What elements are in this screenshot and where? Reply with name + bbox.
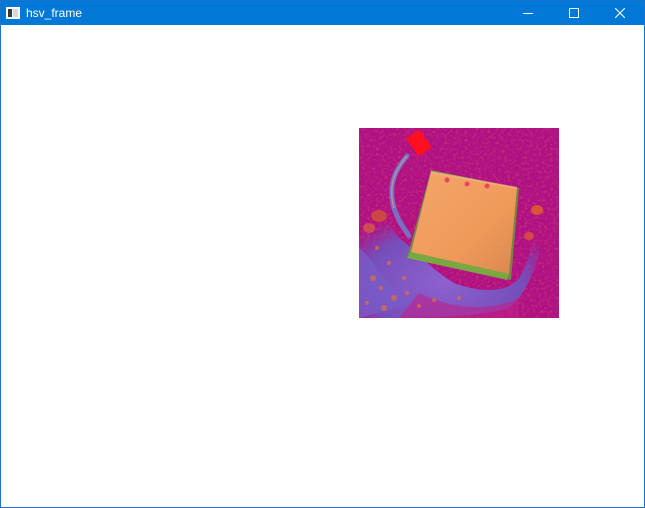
window-title: hsv_frame <box>26 6 83 20</box>
minimize-button[interactable] <box>505 1 551 25</box>
minimize-icon <box>523 13 533 14</box>
app-window: hsv_frame <box>0 0 645 508</box>
opencv-window-icon[interactable] <box>6 6 20 19</box>
hsv-frame-image <box>359 128 559 318</box>
title-bar[interactable]: hsv_frame <box>1 1 644 25</box>
close-button[interactable] <box>597 1 643 25</box>
window-client-area <box>1 25 644 507</box>
close-icon <box>615 8 625 18</box>
maximize-icon <box>569 8 579 18</box>
maximize-button[interactable] <box>551 1 597 25</box>
